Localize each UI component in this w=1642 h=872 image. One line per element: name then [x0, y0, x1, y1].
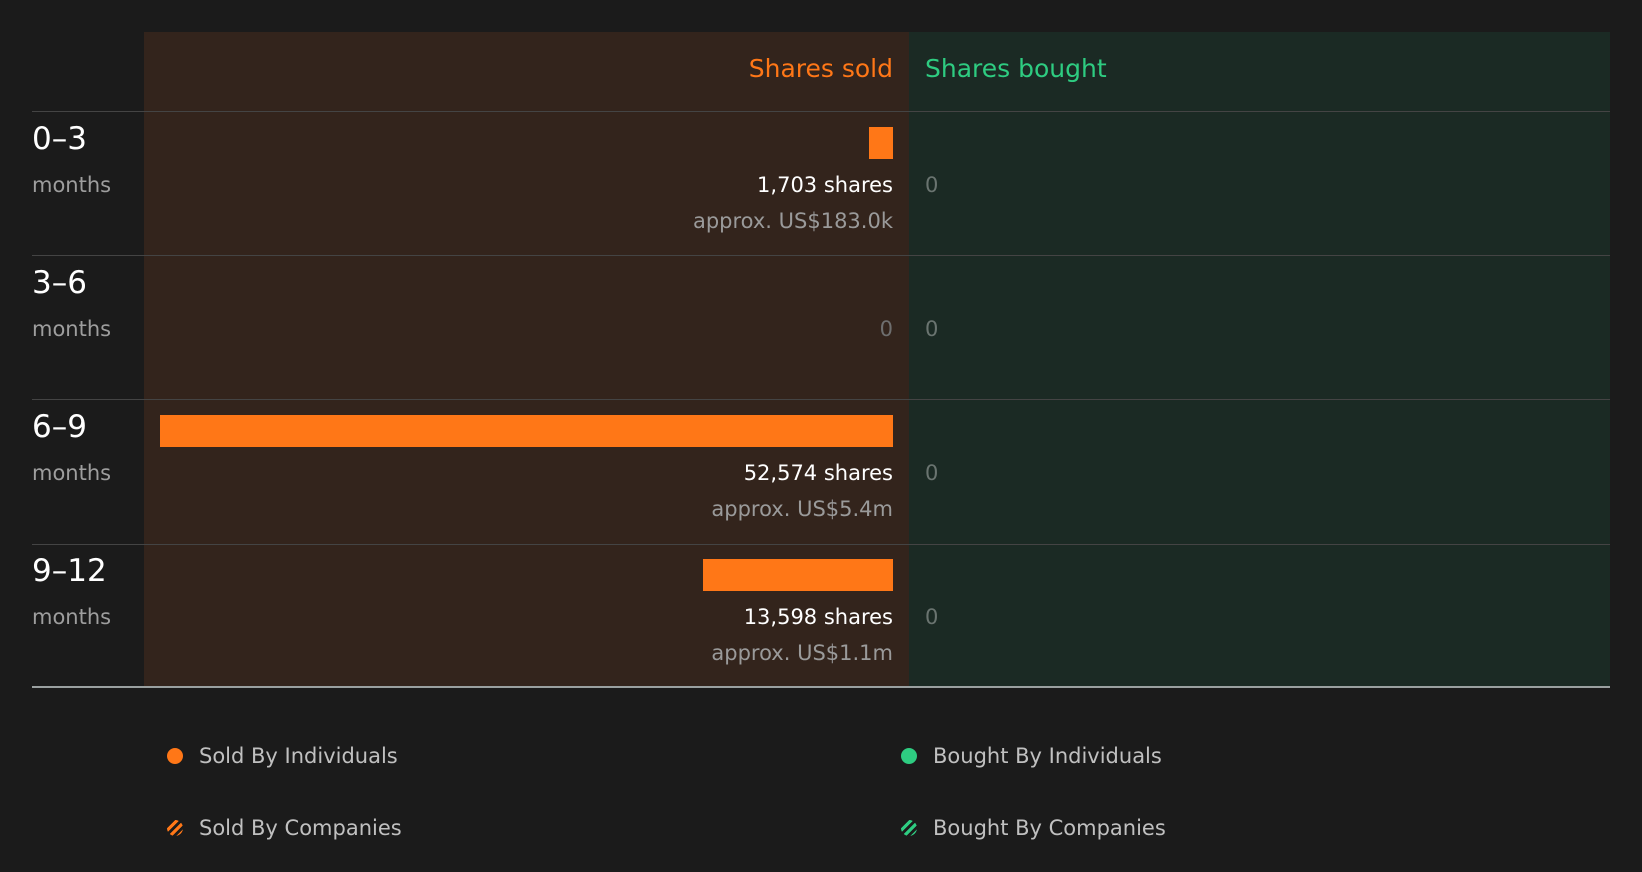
sold-value-label: approx. US$5.4m — [711, 497, 893, 521]
legend-bought-by-companies: Bought By Companies — [901, 813, 1166, 843]
legend-label: Sold By Companies — [199, 816, 402, 840]
sold-shares-label: 0 — [879, 317, 893, 341]
bought-shares-label: 0 — [925, 605, 939, 629]
sold-value-label: approx. US$1.1m — [711, 641, 893, 665]
sold-bar — [869, 127, 893, 159]
sold-bar — [703, 559, 893, 591]
period-unit: months — [32, 461, 112, 485]
sold-shares-label: 13,598 shares — [743, 605, 893, 629]
period-label: 0–3 — [32, 121, 87, 157]
period-label: 9–12 — [32, 553, 107, 589]
bought-shares-label: 0 — [925, 173, 939, 197]
sold-shares-label: 1,703 shares — [757, 173, 893, 197]
orange-dot-icon — [167, 748, 183, 764]
period-row: 6–9 months 52,574 shares approx. US$5.4m… — [0, 399, 1642, 543]
sold-bar — [160, 415, 893, 447]
insider-trading-chart: Shares sold Shares bought 0–3 months 1,7… — [0, 0, 1642, 872]
orange-hatched-dot-icon — [167, 820, 183, 836]
bought-shares-label: 0 — [925, 461, 939, 485]
legend-bought-by-individuals: Bought By Individuals — [901, 741, 1162, 771]
period-label: 6–9 — [32, 409, 87, 445]
sold-shares-label: 52,574 shares — [743, 461, 893, 485]
bought-shares-label: 0 — [925, 317, 939, 341]
period-unit: months — [32, 173, 112, 197]
legend-label: Bought By Individuals — [933, 744, 1162, 768]
period-label: 3–6 — [32, 265, 87, 301]
green-dot-icon — [901, 748, 917, 764]
shares-sold-header: Shares sold — [748, 54, 893, 83]
green-hatched-dot-icon — [901, 820, 917, 836]
legend-label: Bought By Companies — [933, 816, 1166, 840]
legend-sold-by-companies: Sold By Companies — [167, 813, 402, 843]
period-unit: months — [32, 605, 112, 629]
sold-value-label: approx. US$183.0k — [692, 209, 893, 233]
period-row: 3–6 months 0 0 — [0, 255, 1642, 399]
period-unit: months — [32, 317, 112, 341]
shares-bought-header: Shares bought — [925, 54, 1107, 83]
legend-sold-by-individuals: Sold By Individuals — [167, 741, 398, 771]
period-row: 0–3 months 1,703 shares approx. US$183.0… — [0, 111, 1642, 255]
period-row: 9–12 months 13,598 shares approx. US$1.1… — [0, 543, 1642, 687]
legend-label: Sold By Individuals — [199, 744, 398, 768]
